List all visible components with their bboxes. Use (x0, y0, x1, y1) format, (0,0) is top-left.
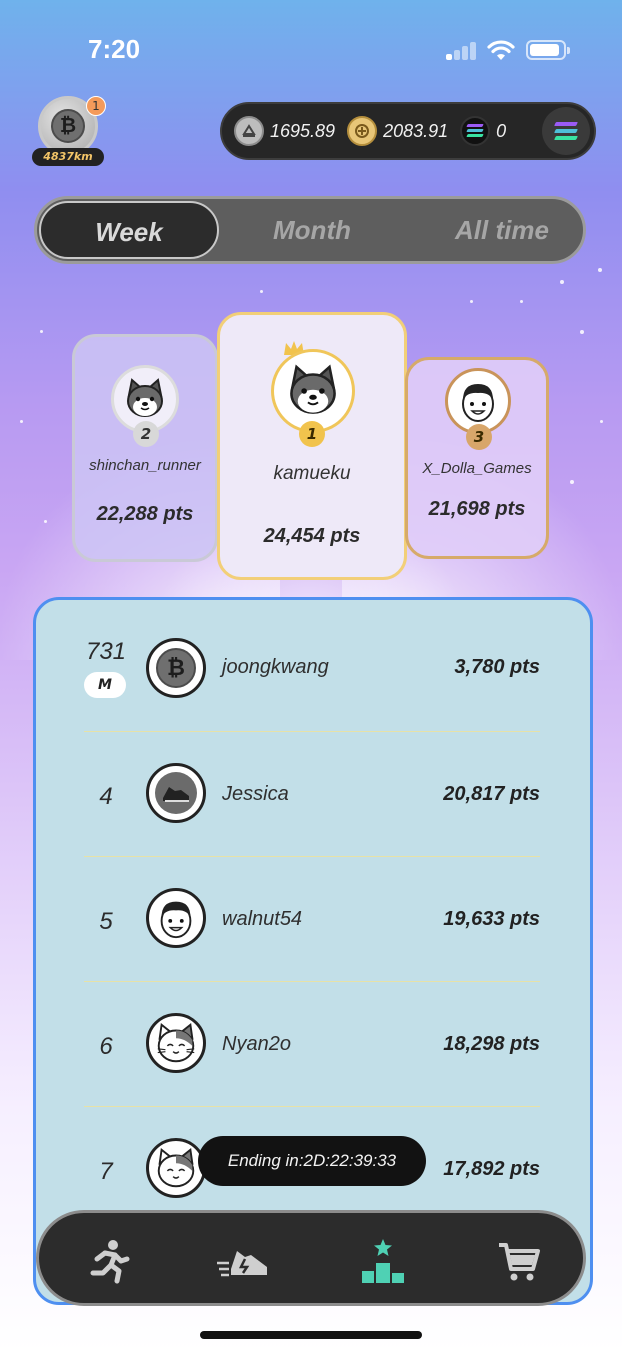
player-name: Nyan2o (222, 1033, 291, 1055)
boy-face-icon (462, 384, 494, 422)
tab-all-time[interactable]: All time (427, 199, 577, 261)
status-time: 7:20 (88, 34, 141, 64)
tab-month[interactable]: Month (237, 199, 387, 261)
player-name: Jessica (222, 783, 289, 805)
player-points: 19,633 pts (443, 908, 540, 930)
rank-number: 4 (99, 783, 113, 810)
divider (84, 981, 540, 982)
wallet-balance-bar[interactable]: 1695.89 2083.91 0 (220, 102, 596, 160)
podium-icon (362, 1239, 404, 1283)
shiba-dog-icon (290, 364, 336, 414)
energy-balance: 1695.89 (234, 116, 335, 146)
player-name: shinchan_runner (89, 457, 201, 474)
season-countdown: Ending in:2D:22:39:33 (198, 1136, 426, 1186)
gold-coin-icon (347, 116, 378, 146)
rank-badge: 2 (133, 421, 159, 447)
avatar (146, 888, 206, 948)
avatar (146, 763, 206, 823)
boy-face-icon (160, 901, 192, 939)
sol-value: 0 (496, 120, 507, 141)
gold-value: 2083.91 (383, 120, 449, 141)
nav-run[interactable] (79, 1233, 135, 1289)
status-bar: 7:20 (0, 0, 622, 90)
leaderboard-list[interactable]: 731 M ₿ joongkwang 3,780 pts 4 Jessica 2… (33, 597, 593, 1305)
avatar (146, 1013, 206, 1073)
table-row[interactable]: 4 Jessica 20,817 pts (36, 733, 590, 858)
divider (84, 856, 540, 857)
table-row[interactable]: 6 Nyan2o 18,298 pts (36, 983, 590, 1108)
energy-token-icon (234, 116, 264, 146)
tab-week[interactable]: Week (39, 201, 219, 259)
solana-icon (460, 116, 491, 146)
sneaker-icon (217, 1251, 267, 1277)
player-name: X_Dolla_Games (422, 460, 532, 477)
my-rank-row[interactable]: 731 M ₿ joongkwang 3,780 pts (36, 600, 590, 725)
divider (84, 731, 540, 732)
me-badge: M (84, 672, 126, 698)
bitcoin-icon: ₿ (51, 109, 85, 143)
avatar: ₿ (146, 638, 206, 698)
rank-number: 7 (99, 1158, 113, 1185)
distance-badge: 4837km (32, 148, 104, 166)
solana-wallet-button[interactable] (542, 107, 590, 155)
energy-value: 1695.89 (270, 120, 336, 141)
player-points: 22,288 pts (96, 503, 194, 525)
avatar (146, 1138, 206, 1198)
battery-icon (526, 40, 570, 60)
gold-balance: 2083.91 (347, 116, 448, 146)
player-name: kamueku (273, 463, 351, 484)
divider (84, 1106, 540, 1107)
shiba-dog-icon (127, 378, 163, 417)
player-name: joongkwang (222, 656, 329, 678)
podium-second-place[interactable]: 2 shinchan_runner 22,288 pts (72, 334, 218, 562)
bottom-nav (36, 1210, 586, 1306)
home-indicator (200, 1331, 422, 1339)
cat-face-icon (157, 1147, 195, 1188)
notification-badge: 1 (86, 96, 106, 116)
wifi-icon (487, 40, 515, 60)
table-row[interactable]: 5 walnut54 19,633 pts (36, 858, 590, 983)
rank-number: 731 (85, 638, 127, 665)
rank-number: 6 (99, 1033, 113, 1060)
rank-badge: 1 (299, 421, 325, 447)
player-name: walnut54 (222, 908, 303, 930)
player-points: 21,698 pts (428, 498, 526, 520)
profile-button[interactable]: ₿ 1 4837km (32, 96, 106, 168)
period-tabs: Week Month All time (34, 196, 586, 264)
cellular-signal-icon (446, 40, 478, 60)
sneaker-icon (155, 772, 197, 814)
cart-icon (499, 1243, 540, 1281)
nav-shop[interactable] (491, 1233, 547, 1289)
player-points: 18,298 pts (443, 1033, 540, 1055)
player-points: 17,892 pts (443, 1158, 540, 1180)
rank-badge: 3 (466, 424, 492, 450)
nav-sneakers[interactable] (215, 1233, 271, 1289)
player-points: 24,454 pts (263, 525, 361, 547)
solana-icon (554, 122, 578, 140)
running-man-icon (90, 1240, 130, 1284)
cat-face-icon (157, 1022, 195, 1063)
podium-first-place[interactable]: 1 kamueku 24,454 pts (217, 312, 407, 580)
rank-number: 5 (99, 908, 113, 935)
podium-third-place[interactable]: 3 X_Dolla_Games 21,698 pts (405, 357, 549, 559)
bitcoin-icon: ₿ (156, 648, 196, 688)
player-points: 20,817 pts (443, 783, 540, 805)
sol-balance: 0 (460, 116, 506, 146)
nav-leaderboard[interactable] (355, 1233, 411, 1289)
player-points: 3,780 pts (454, 656, 540, 678)
